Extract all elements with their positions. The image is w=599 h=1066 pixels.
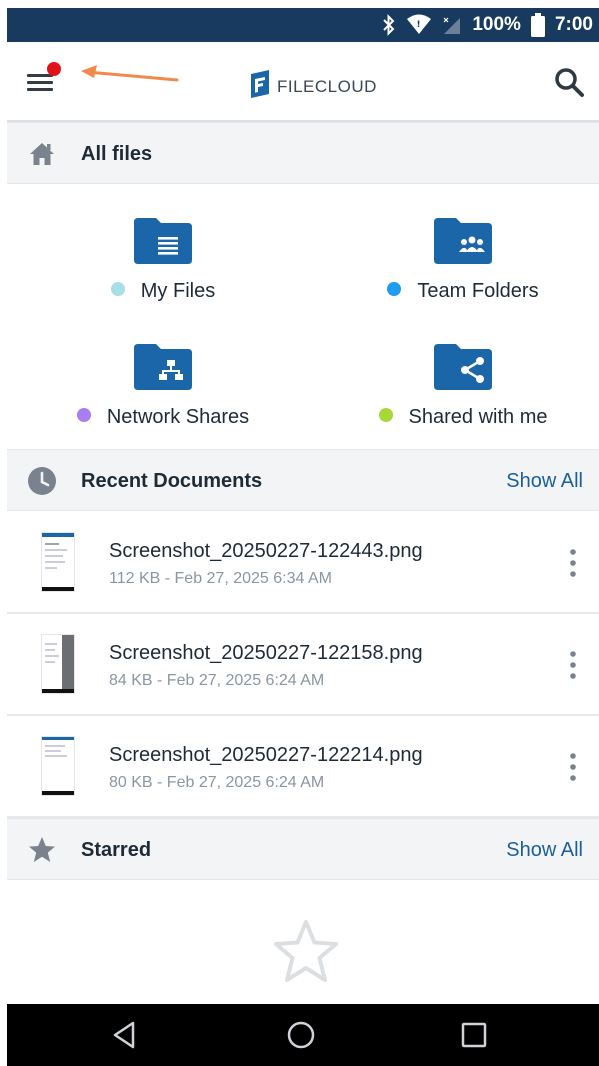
tile-network-shares[interactable]: Network Shares — [23, 344, 303, 454]
tile-team-folders[interactable]: Team Folders — [323, 218, 599, 328]
team-folder-icon — [434, 218, 492, 264]
starred-title: Starred — [81, 839, 152, 861]
app-screen: ! 100% 7:00 FILECLOUD All files My Files… — [7, 8, 599, 1066]
color-dot — [76, 408, 91, 422]
file-thumbnail — [41, 634, 75, 694]
status-bar: ! 100% 7:00 — [7, 8, 599, 42]
tile-label: My Files — [23, 280, 303, 303]
recent-documents-title: Recent Documents — [81, 470, 263, 492]
color-dot — [378, 408, 393, 422]
document-folder-icon — [134, 218, 192, 264]
clock-time: 7:00 — [554, 14, 593, 35]
tile-label: Network Shares — [23, 406, 303, 429]
file-meta: 84 KB - Feb 27, 2025 6:24 AM — [109, 672, 325, 689]
recent-document-row[interactable]: Screenshot_20250227-122158.png 84 KB - F… — [7, 614, 599, 716]
notification-badge — [47, 62, 61, 76]
tile-label: Shared with me — [323, 406, 599, 429]
file-name: Screenshot_20250227-122158.png — [109, 642, 423, 664]
tile-shared-with-me[interactable]: Shared with me — [323, 344, 599, 454]
color-dot — [110, 282, 125, 296]
home-circle-icon[interactable] — [284, 1018, 318, 1052]
app-bar: FILECLOUD — [7, 42, 599, 122]
svg-text:!: ! — [417, 20, 421, 30]
network-folder-icon — [134, 344, 192, 390]
recent-show-all-link[interactable]: Show All — [506, 470, 583, 493]
recents-icon[interactable] — [457, 1018, 491, 1052]
wifi-icon: ! — [406, 14, 432, 36]
tile-label: Team Folders — [323, 280, 599, 303]
recent-document-row[interactable]: Screenshot_20250227-122443.png 112 KB - … — [7, 512, 599, 614]
system-nav-bar — [7, 1004, 599, 1066]
file-meta: 112 KB - Feb 27, 2025 6:34 AM — [109, 570, 332, 587]
shared-folder-icon — [434, 344, 492, 390]
all-files-title: All files — [81, 143, 153, 165]
all-files-header[interactable]: All files — [7, 122, 599, 184]
menu-icon — [23, 74, 59, 104]
more-options-icon[interactable] — [561, 648, 585, 682]
annotation-arrow — [77, 62, 187, 91]
empty-star-icon — [271, 918, 341, 988]
more-options-icon[interactable] — [561, 750, 585, 784]
battery-icon — [530, 13, 545, 37]
starred-show-all-link[interactable]: Show All — [506, 839, 583, 862]
recent-document-row[interactable]: Screenshot_20250227-122214.png 80 KB - F… — [7, 716, 599, 818]
file-name: Screenshot_20250227-122214.png — [109, 744, 423, 766]
starred-header: Starred Show All — [7, 818, 599, 880]
filecloud-logo: FILECLOUD — [249, 70, 377, 103]
file-thumbnail — [41, 532, 75, 592]
cell-signal-icon — [442, 14, 462, 36]
recent-documents-header: Recent Documents Show All — [7, 449, 599, 511]
back-icon[interactable] — [107, 1018, 141, 1052]
file-meta: 80 KB - Feb 27, 2025 6:24 AM — [109, 774, 325, 791]
star-icon — [27, 835, 57, 865]
search-icon — [553, 68, 585, 102]
file-name: Screenshot_20250227-122443.png — [109, 540, 423, 562]
bluetooth-icon — [382, 14, 396, 36]
logo-text: FILECLOUD — [277, 76, 377, 96]
clock-icon — [27, 466, 57, 496]
tile-my-files[interactable]: My Files — [23, 218, 303, 328]
more-options-icon[interactable] — [561, 546, 585, 580]
search-button[interactable] — [553, 66, 585, 98]
file-thumbnail — [41, 736, 75, 796]
home-icon — [27, 139, 57, 169]
filecloud-logo-icon — [249, 70, 271, 103]
color-dot — [387, 282, 402, 296]
battery-percent: 100% — [472, 14, 521, 35]
